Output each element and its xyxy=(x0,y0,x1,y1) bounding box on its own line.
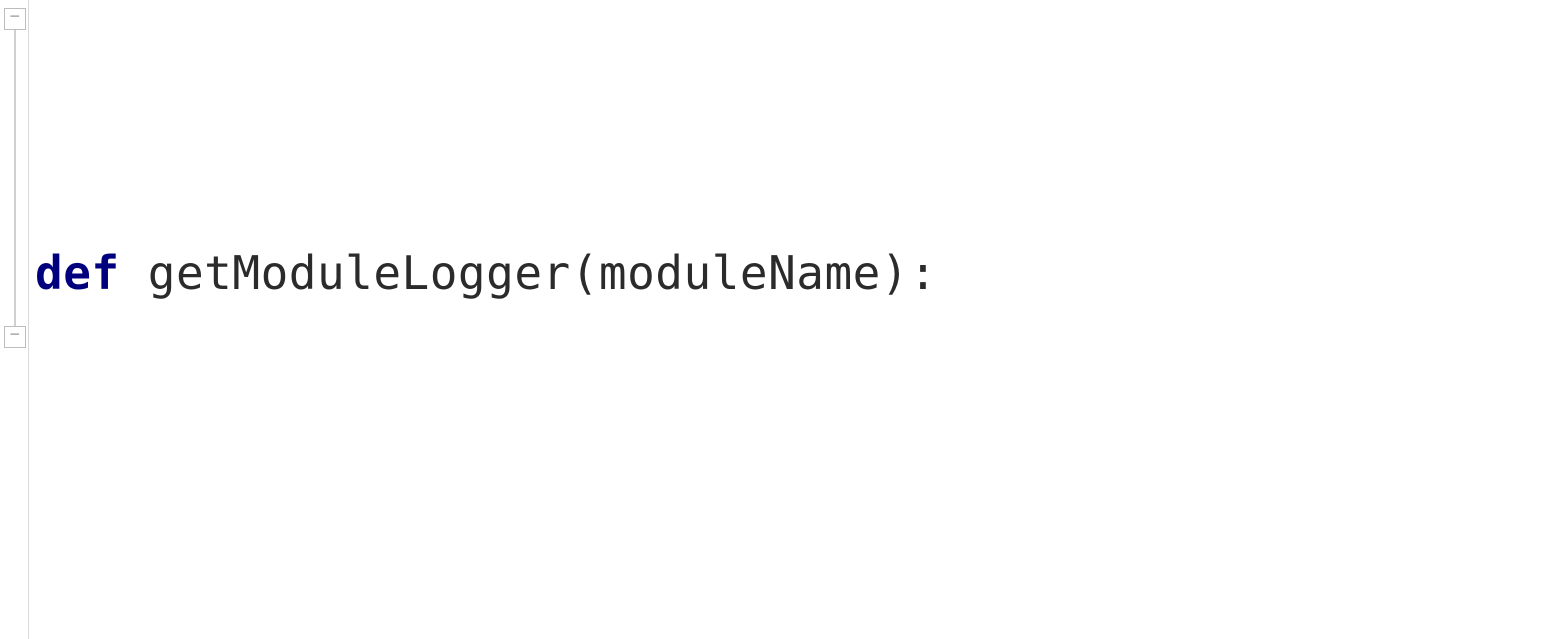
code-line[interactable]: _log = logging.getLogger(f'my_project.{m… xyxy=(35,624,1544,639)
paren-open: ( xyxy=(571,246,599,300)
fold-guide-line xyxy=(14,28,16,348)
paren-close-colon: ): xyxy=(881,246,937,300)
code-line[interactable]: def getModuleLogger(moduleName): xyxy=(35,234,1544,312)
fold-toggle-icon[interactable]: − xyxy=(4,8,26,30)
function-name: getModuleLogger xyxy=(148,246,571,300)
code-area[interactable]: def getModuleLogger(moduleName): _log = … xyxy=(29,0,1544,639)
code-editor[interactable]: − − def getModuleLogger(moduleName): _lo… xyxy=(0,0,1544,639)
fold-toggle-icon[interactable]: − xyxy=(4,326,26,348)
space xyxy=(120,246,148,300)
gutter: − − xyxy=(0,0,29,639)
parameter: moduleName xyxy=(599,246,881,300)
keyword-def: def xyxy=(35,246,120,300)
